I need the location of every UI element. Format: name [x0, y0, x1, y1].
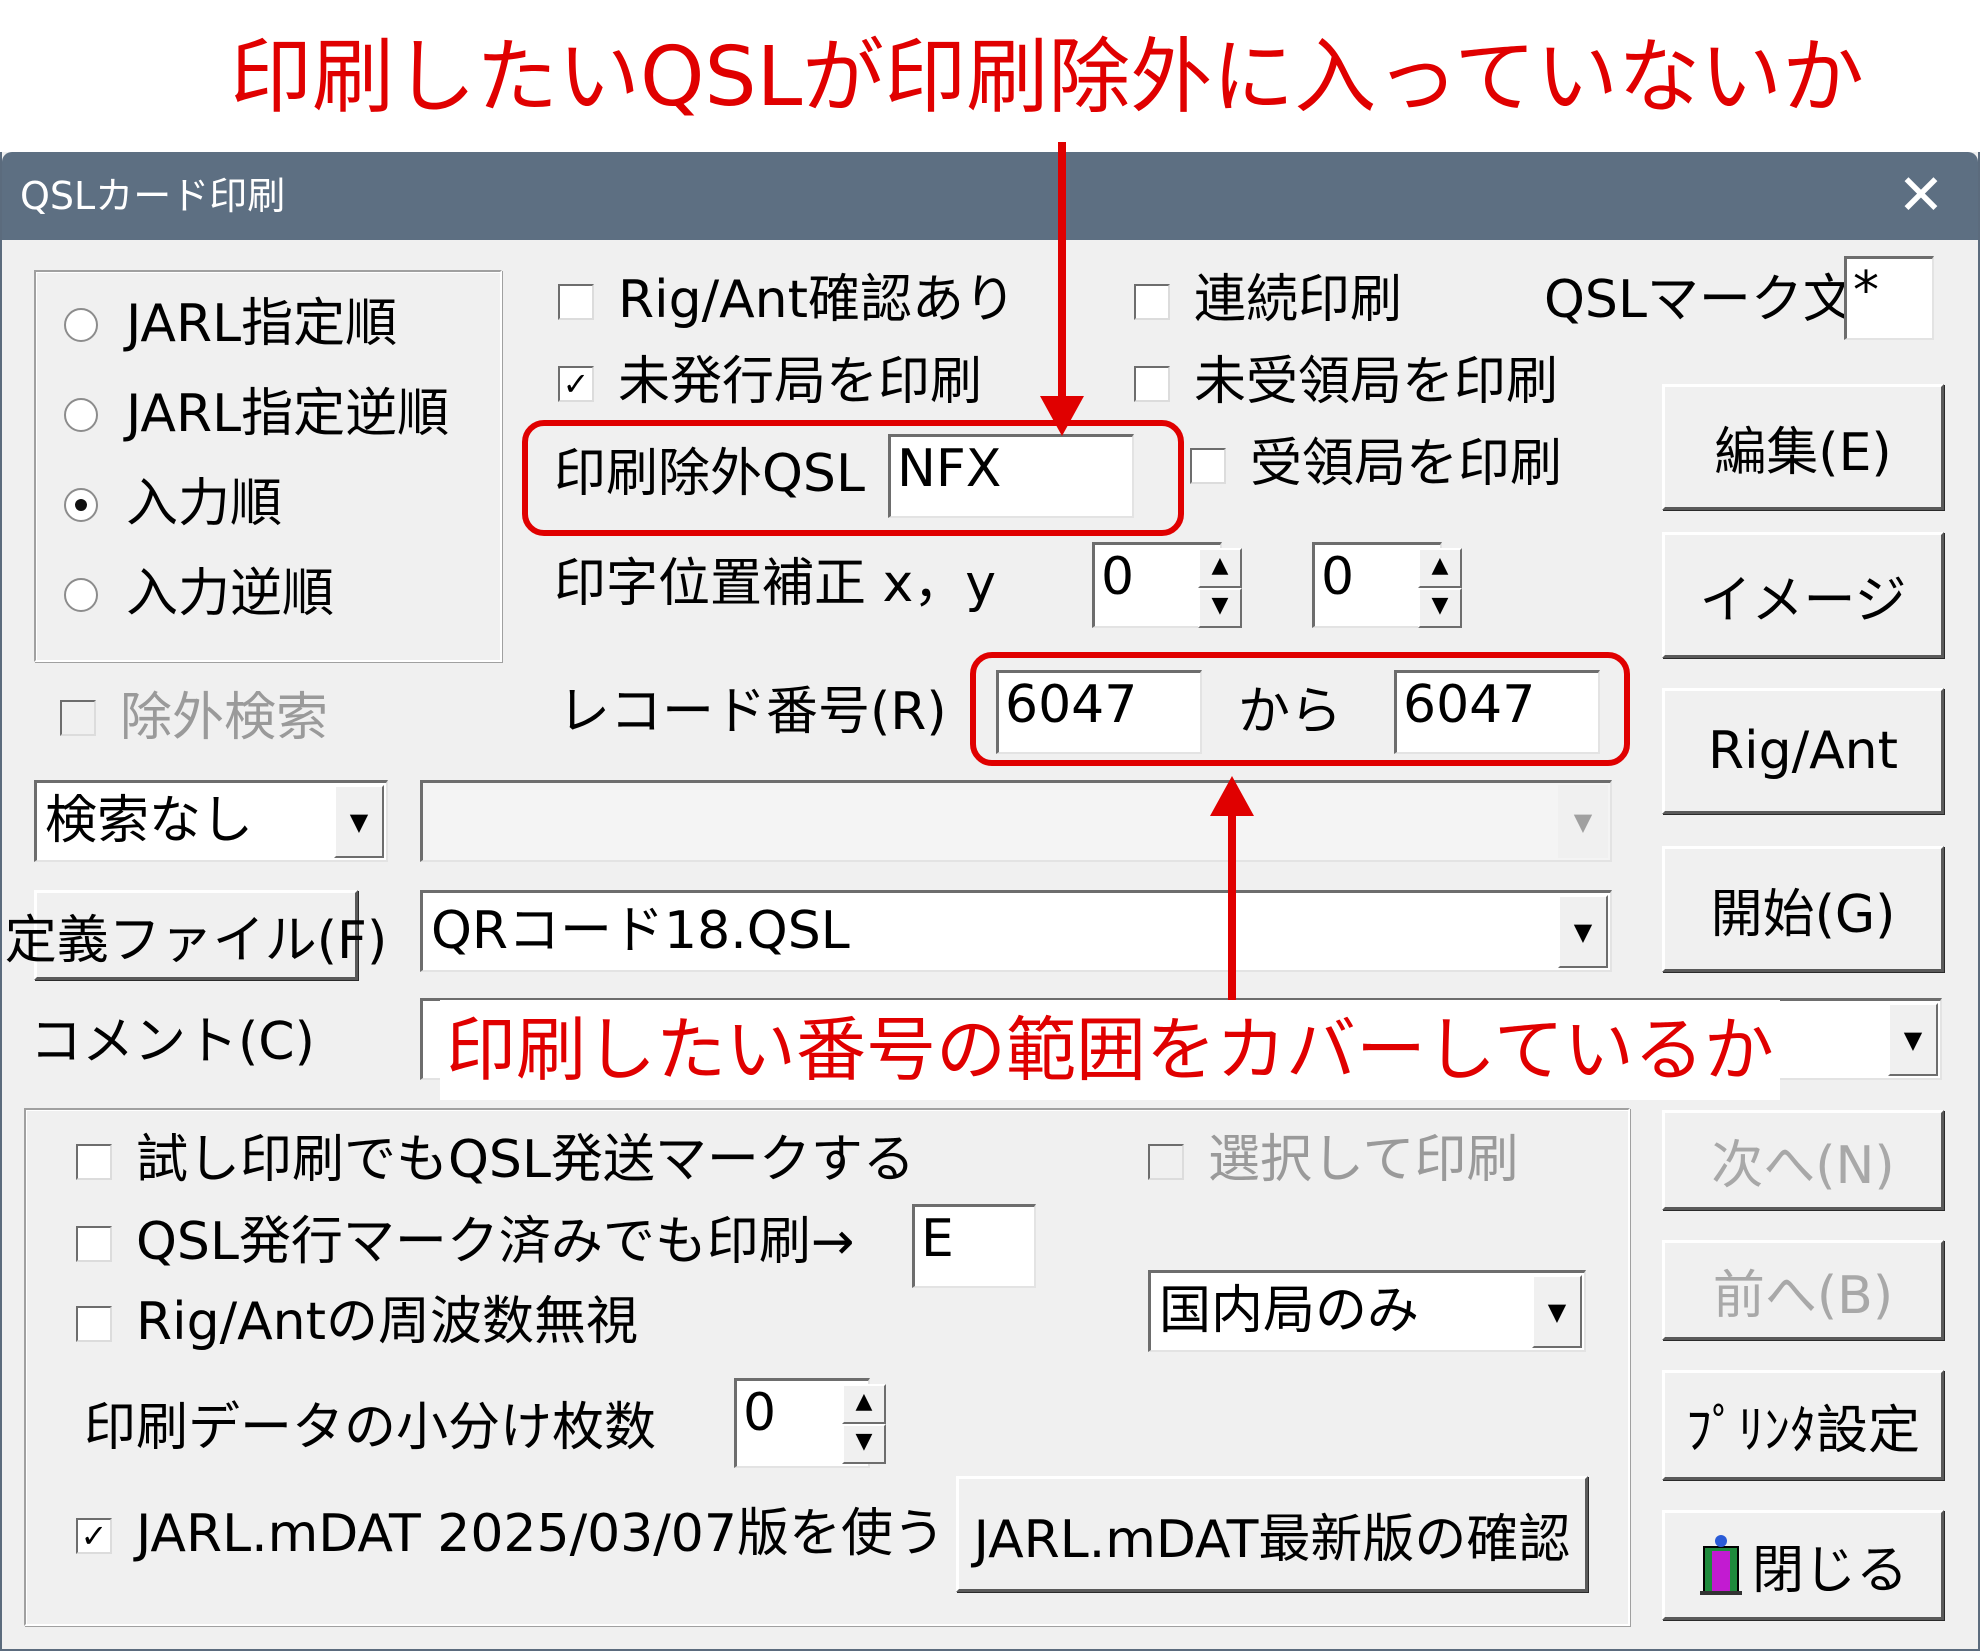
comment-label: コメント(C) [30, 1012, 315, 1072]
exclude-search-label: 除外検索 [120, 688, 329, 748]
spin-up-icon[interactable]: ▲ [842, 1384, 886, 1424]
spin-down-icon[interactable]: ▼ [1418, 588, 1462, 628]
annotation-bottom: 印刷したい番号の範囲をカバーしているか [440, 1000, 1780, 1100]
spin-down-icon[interactable]: ▼ [1198, 588, 1242, 628]
title-bar: QSLカード印刷 ✕ [2, 152, 1978, 240]
print-unreceived-label: 未受領局を印刷 [1194, 352, 1559, 412]
close-button[interactable]: 閉じる [1662, 1510, 1944, 1620]
print-even-issued-checkbox[interactable] [76, 1226, 112, 1262]
rig-ant-confirm-checkbox[interactable] [558, 284, 594, 320]
chevron-down-icon[interactable]: ▼ [1558, 785, 1608, 858]
radio-label-jarl-reverse: JARL指定逆順 [126, 384, 450, 444]
annotation-box-exclude-qsl [522, 420, 1184, 536]
search-mode-value: 検索なし [45, 791, 254, 851]
chevron-down-icon[interactable]: ▼ [1558, 895, 1608, 968]
definition-file-value: QRコード18.QSL [431, 901, 850, 961]
search-mode-select[interactable]: 検索なし ▼ [34, 780, 388, 862]
split-spinner[interactable]: ▲ ▼ [842, 1384, 886, 1464]
radio-label-input-order: 入力順 [126, 474, 283, 534]
chevron-down-icon[interactable]: ▼ [1888, 1003, 1938, 1076]
radio-label-input-reverse: 入力逆順 [126, 564, 335, 624]
print-unissued-label: 未発行局を印刷 [618, 352, 983, 412]
definition-file-button[interactable]: 定義ファイル(F) [5, 890, 387, 980]
radio-label-jarl-order: JARL指定順 [126, 294, 398, 354]
search-text-combo[interactable]: ▼ [420, 780, 1612, 862]
radio-jarl-reverse[interactable] [64, 398, 98, 432]
annotation-top: 印刷したいQSLが印刷除外に入っていないか [230, 30, 1865, 125]
chevron-down-icon[interactable]: ▼ [1532, 1275, 1582, 1348]
chevron-down-icon[interactable]: ▼ [334, 785, 384, 858]
use-jarl-mdat-checkbox[interactable]: ✓ [76, 1518, 112, 1554]
exclude-search-checkbox[interactable] [60, 700, 96, 736]
radio-jarl-order[interactable] [64, 308, 98, 342]
close-button-label: 閉じる [1751, 1540, 1908, 1601]
qsl-mark-input[interactable]: * [1844, 256, 1934, 340]
ignore-freq-checkbox[interactable] [76, 1306, 112, 1342]
region-select[interactable]: 国内局のみ ▼ [1148, 1270, 1586, 1352]
print-unissued-checkbox[interactable]: ✓ [558, 366, 594, 402]
annotation-arrow-down-line [1058, 142, 1066, 404]
continuous-print-label: 連続印刷 [1194, 270, 1403, 330]
ignore-freq-label: Rig/Antの周波数無視 [136, 1292, 639, 1352]
image-button[interactable]: イメージ [1662, 532, 1944, 658]
spin-up-icon[interactable]: ▲ [1198, 548, 1242, 588]
record-number-label: レコード番号(R) [558, 682, 947, 742]
jarl-mdat-check-button[interactable]: JARL.mDAT最新版の確認 [956, 1476, 1588, 1592]
next-button[interactable]: 次へ(N) [1662, 1110, 1944, 1210]
split-label: 印刷データの小分け枚数 [84, 1398, 657, 1458]
print-unreceived-checkbox[interactable] [1134, 366, 1170, 402]
print-even-issued-label: QSL発行マーク済みでも印刷→ [136, 1212, 855, 1272]
offset-x-spinner[interactable]: ▲ ▼ [1198, 548, 1242, 628]
issued-mark-input[interactable]: E [912, 1204, 1036, 1288]
radio-selected-dot [75, 499, 87, 511]
print-received-label: 受領局を印刷 [1250, 434, 1563, 494]
radio-input-reverse[interactable] [64, 578, 98, 612]
test-print-mark-label: 試し印刷でもQSL発送マークする [136, 1130, 915, 1190]
offset-label: 印字位置補正 x，y [554, 554, 997, 614]
definition-file-select[interactable]: QRコード18.QSL ▼ [420, 890, 1612, 972]
annotation-box-record-range [970, 652, 1630, 766]
radio-input-order[interactable] [64, 488, 98, 522]
test-print-mark-checkbox[interactable] [76, 1144, 112, 1180]
continuous-print-checkbox[interactable] [1134, 284, 1170, 320]
spin-up-icon[interactable]: ▲ [1418, 548, 1462, 588]
region-value: 国内局のみ [1159, 1281, 1420, 1341]
printer-settings-button[interactable]: ﾌﾟﾘﾝﾀ設定 [1662, 1370, 1944, 1480]
annotation-arrow-up-line [1228, 810, 1236, 1020]
prev-button[interactable]: 前へ(B) [1662, 1240, 1944, 1340]
print-received-checkbox[interactable] [1190, 448, 1226, 484]
start-button[interactable]: 開始(G) [1662, 846, 1944, 972]
qsl-print-window: QSLカード印刷 ✕ JARL指定順 JARL指定逆順 入力順 入力逆順 Rig… [0, 152, 1980, 1651]
spin-down-icon[interactable]: ▼ [842, 1424, 886, 1464]
use-jarl-mdat-label: JARL.mDAT 2025/03/07版を使う [136, 1504, 945, 1564]
rig-ant-confirm-label: Rig/Ant確認あり [618, 270, 1017, 330]
edit-button[interactable]: 編集(E) [1662, 384, 1944, 510]
window-title: QSLカード印刷 [20, 174, 286, 218]
rig-ant-button[interactable]: Rig/Ant [1662, 688, 1944, 814]
close-icon[interactable]: ✕ [1886, 152, 1956, 240]
select-print-checkbox[interactable] [1148, 1144, 1184, 1180]
select-print-label: 選択して印刷 [1208, 1130, 1519, 1190]
door-icon [1699, 1535, 1742, 1595]
offset-y-spinner[interactable]: ▲ ▼ [1418, 548, 1462, 628]
